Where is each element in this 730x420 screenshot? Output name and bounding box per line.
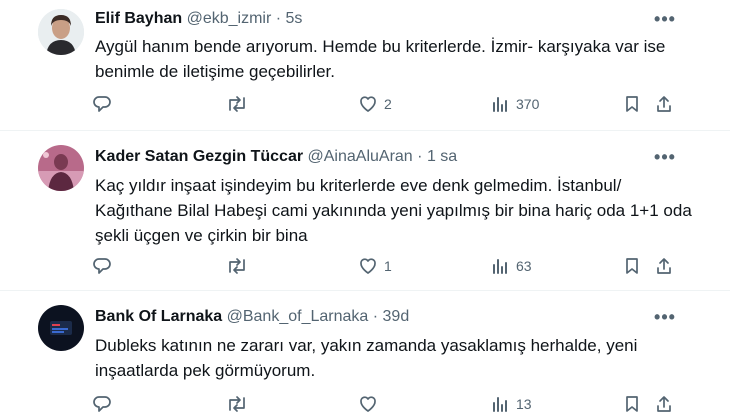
timestamp[interactable]: 1 sa (427, 148, 457, 165)
share-button[interactable] (654, 94, 674, 114)
share-icon (657, 396, 671, 412)
retweet-icon (229, 258, 245, 274)
like-button[interactable]: 2 (358, 94, 392, 114)
author-name[interactable]: Bank Of Larnaka (95, 308, 222, 325)
tweet[interactable]: Elif Bayhan @ekb_izmir · 5s ••• Aygül ha… (0, 0, 730, 131)
bookmark-icon (626, 258, 638, 274)
views-button[interactable]: 13 (490, 394, 532, 414)
reply-icon (93, 258, 111, 274)
like-button[interactable] (358, 394, 384, 414)
tweet-header: Kader Satan Gezgin Tüccar @AinaAluAran ·… (95, 147, 457, 167)
heart-icon (360, 396, 376, 412)
heart-icon (360, 258, 376, 274)
timestamp[interactable]: 39d (383, 308, 410, 325)
tweet-text: Dubleks katının ne zararı var, yakın zam… (95, 336, 638, 380)
share-button[interactable] (654, 256, 674, 276)
more-dots-icon[interactable]: ••• (652, 147, 678, 167)
more-dots-icon[interactable]: ••• (652, 9, 678, 29)
tweet[interactable]: Kader Satan Gezgin Tüccar @AinaAluAran ·… (0, 131, 730, 291)
tweet-text: Aygül hanım bende arıyorum. Hemde bu kri… (95, 37, 666, 81)
views-button[interactable]: 370 (490, 94, 539, 114)
reply-button[interactable] (92, 94, 118, 114)
retweet-icon (229, 96, 245, 112)
bookmark-button[interactable] (622, 394, 642, 414)
reply-icon (93, 96, 111, 112)
tweet-text: Kaç yıldır inşaat işindeyim bu kriterler… (95, 176, 692, 245)
more-dots-icon[interactable]: ••• (652, 307, 678, 327)
like-button[interactable]: 1 (358, 256, 392, 276)
retweet-button[interactable] (226, 256, 254, 276)
action-bar: 13 (88, 394, 678, 416)
author-name[interactable]: Elif Bayhan (95, 10, 182, 27)
author-name[interactable]: Kader Satan Gezgin Tüccar (95, 148, 303, 165)
author-handle[interactable]: @AinaAluAran (308, 148, 413, 165)
action-bar: 2 370 (88, 94, 678, 116)
avatar[interactable] (38, 9, 84, 55)
action-bar: 1 63 (88, 256, 678, 278)
avatar[interactable] (38, 145, 84, 191)
share-button[interactable] (654, 394, 674, 414)
views-count: 13 (516, 396, 532, 412)
heart-icon (360, 96, 376, 112)
tweet-header: Elif Bayhan @ekb_izmir · 5s (95, 9, 302, 29)
bookmark-icon (626, 396, 638, 412)
tweet-header: Bank Of Larnaka @Bank_of_Larnaka · 39d (95, 307, 409, 327)
views-count: 370 (516, 96, 540, 112)
reply-button[interactable] (92, 256, 118, 276)
views-chart-icon (493, 97, 507, 112)
reply-button[interactable] (92, 394, 118, 414)
separator-dot: · (417, 148, 423, 165)
retweet-icon (229, 396, 245, 412)
retweet-button[interactable] (226, 94, 254, 114)
bookmark-button[interactable] (622, 94, 642, 114)
reply-icon (93, 396, 111, 412)
bookmark-button[interactable] (622, 256, 642, 276)
separator-dot: · (372, 308, 379, 325)
separator-dot: · (275, 10, 282, 27)
views-chart-icon (493, 397, 507, 412)
author-handle[interactable]: @Bank_of_Larnaka (227, 308, 369, 325)
views-button[interactable]: 63 (490, 256, 532, 276)
timestamp[interactable]: 5s (286, 10, 303, 27)
author-handle[interactable]: @ekb_izmir (187, 10, 272, 27)
like-count: 2 (384, 96, 392, 112)
avatar[interactable] (38, 305, 84, 351)
views-chart-icon (493, 259, 507, 274)
retweet-button[interactable] (226, 394, 254, 414)
views-count: 63 (516, 258, 532, 274)
share-icon (657, 258, 671, 274)
bookmark-icon (626, 96, 638, 112)
tweet[interactable]: Bank Of Larnaka @Bank_of_Larnaka · 39d •… (0, 291, 730, 420)
like-count: 1 (384, 258, 392, 274)
share-icon (657, 96, 671, 112)
